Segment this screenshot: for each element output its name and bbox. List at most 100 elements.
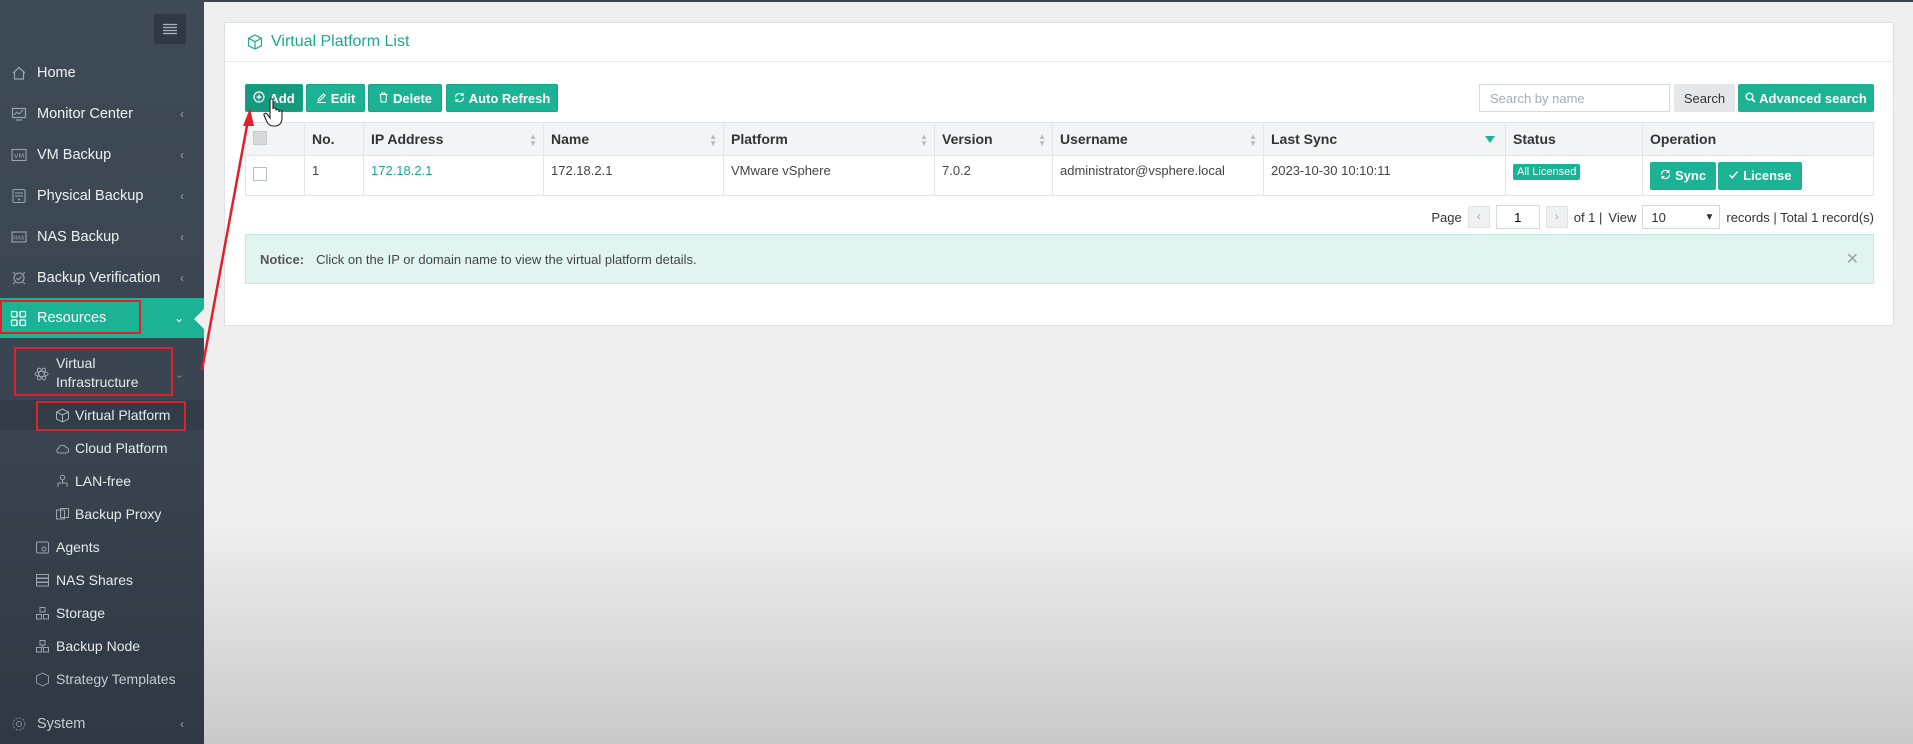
- license-button[interactable]: License: [1718, 161, 1802, 190]
- sort-icon: ▲ ▼: [1249, 132, 1257, 148]
- chevron-left-icon: ‹: [180, 107, 184, 121]
- sidebar-item-nas-backup[interactable]: NAS NAS Backup ‹: [0, 217, 204, 257]
- column-header-username[interactable]: Username ▲ ▼: [1052, 122, 1264, 156]
- status-badge: All Licensed: [1513, 164, 1581, 180]
- sidebar-item-nas-shares[interactable]: NAS Shares: [0, 565, 204, 595]
- select-all-cell: [245, 122, 305, 156]
- sidebar-item-backup-proxy[interactable]: Backup Proxy: [0, 499, 204, 529]
- prev-page-button[interactable]: ‹: [1467, 206, 1490, 228]
- column-header-ip-address[interactable]: IP Address ▲ ▼: [363, 122, 544, 156]
- chevron-left-icon: ‹: [180, 189, 184, 203]
- row-select-cell: [245, 155, 305, 196]
- cell-status: All Licensed: [1505, 155, 1643, 196]
- page-number-input[interactable]: [1495, 205, 1540, 229]
- plus-circle-icon: [253, 90, 265, 106]
- edit-button[interactable]: Edit: [306, 84, 365, 112]
- delete-button[interactable]: Delete: [368, 84, 442, 112]
- cube-icon: [247, 33, 265, 51]
- cell-name: 172.18.2.1: [543, 155, 724, 196]
- annotation-box-virtual-platform: [36, 401, 186, 431]
- refresh-icon: [454, 91, 465, 106]
- sidebar-item-label: Home: [37, 65, 76, 81]
- template-icon: [35, 671, 50, 687]
- search-button[interactable]: Search: [1674, 84, 1735, 112]
- nas-icon: NAS: [10, 229, 27, 246]
- sidebar-item-label: Physical Backup: [37, 188, 144, 204]
- menu-icon: [163, 23, 177, 35]
- virtual-platform-table: No. IP Address ▲ ▼ Name ▲ ▼ Platform ▲ ▼ Versi…: [245, 122, 1874, 196]
- sidebar-item-label: NAS Backup: [37, 229, 120, 245]
- panel-header: Virtual Platform List: [225, 23, 1893, 62]
- cell-version: 7.0.2: [934, 155, 1053, 196]
- notice-text: Click on the IP or domain name to view t…: [316, 251, 697, 267]
- sidebar-item-home[interactable]: Home: [0, 53, 204, 93]
- row-checkbox[interactable]: [253, 167, 267, 181]
- cell-ip-address: 172.18.2.1: [363, 155, 544, 196]
- edit-button-label: Edit: [330, 90, 356, 106]
- page-size-select[interactable]: 10 ▼: [1642, 205, 1721, 229]
- chevron-left-icon: ‹: [180, 230, 184, 244]
- sidebar-item-agents[interactable]: Agents: [0, 532, 204, 562]
- column-header-last-sync[interactable]: Last Sync: [1263, 122, 1506, 156]
- svg-text:NAS: NAS: [13, 236, 25, 242]
- sidebar-item-storage[interactable]: Storage: [0, 598, 204, 628]
- annotation-box-resources: [0, 300, 141, 334]
- sidebar-item-backup-node[interactable]: Backup Node: [0, 631, 204, 661]
- license-button-label: License: [1743, 168, 1792, 183]
- sidebar-item-strategy-templates[interactable]: Strategy Templates: [0, 664, 204, 694]
- sidebar-item-lan-free[interactable]: LAN-free: [0, 466, 204, 496]
- chevron-left-icon: ‹: [180, 148, 184, 162]
- column-header-label: Version: [942, 131, 993, 147]
- top-border: [0, 0, 1913, 2]
- sync-button[interactable]: Sync: [1650, 161, 1717, 190]
- pagination: Page ‹ › of 1 | View 10 ▼ records | Total…: [1431, 205, 1874, 229]
- search-icon: [1745, 91, 1756, 106]
- sidebar-item-label: Backup Node: [56, 638, 141, 654]
- add-button[interactable]: Add: [245, 84, 303, 112]
- select-all-checkbox[interactable]: [253, 130, 267, 145]
- check-icon: [1728, 168, 1739, 183]
- search-input[interactable]: [1479, 84, 1670, 112]
- column-header-name[interactable]: Name ▲ ▼: [543, 122, 724, 156]
- sidebar-toggle-button[interactable]: [154, 14, 186, 44]
- gear-icon: [10, 716, 27, 733]
- monitor-icon: [10, 106, 27, 123]
- sidebar-item-label: NAS Shares: [56, 572, 134, 588]
- annotation-box-virtual-infrastructure: [14, 347, 173, 396]
- auto-refresh-button[interactable]: Auto Refresh: [446, 84, 558, 112]
- cloud-icon: [55, 441, 70, 456]
- column-header-no[interactable]: No.: [304, 122, 364, 156]
- table-row: 1 172.18.2.1 172.18.2.1 VMware vSphere 7…: [245, 155, 1874, 196]
- ip-address-link[interactable]: 172.18.2.1: [371, 163, 432, 178]
- column-header-platform[interactable]: Platform ▲ ▼: [723, 122, 935, 156]
- page-label: Page: [1431, 209, 1462, 225]
- advanced-search-button[interactable]: Advanced search: [1738, 84, 1874, 112]
- close-icon[interactable]: ✕: [1846, 249, 1859, 269]
- delete-button-label: Delete: [392, 90, 433, 106]
- column-header-label: Platform: [731, 131, 788, 147]
- sync-button-label: Sync: [1675, 168, 1707, 183]
- sidebar-item-cloud-platform[interactable]: Cloud Platform: [0, 433, 204, 463]
- column-header-operation: Operation: [1642, 122, 1874, 156]
- next-page-button[interactable]: ›: [1545, 206, 1568, 228]
- sort-icon: ▲ ▼: [1038, 132, 1046, 148]
- column-header-version[interactable]: Version ▲ ▼: [934, 122, 1053, 156]
- sidebar-item-monitor-center[interactable]: Monitor Center ‹: [0, 94, 204, 134]
- sidebar-item-backup-verification[interactable]: Backup Verification ‹: [0, 258, 204, 298]
- trash-icon: [378, 91, 389, 106]
- table-header-row: No. IP Address ▲ ▼ Name ▲ ▼ Platform ▲ ▼ Versi…: [245, 122, 1874, 156]
- cell-username: administrator@vsphere.local: [1052, 155, 1264, 196]
- sort-icon: ▲ ▼: [920, 132, 928, 148]
- server-icon: [10, 188, 27, 205]
- share-icon: [35, 573, 50, 588]
- refresh-icon: [1660, 168, 1671, 183]
- sort-icon: ▲ ▼: [529, 132, 537, 148]
- sidebar-item-system[interactable]: System ‹: [0, 704, 204, 744]
- sidebar-item-label: Backup Verification: [37, 270, 161, 286]
- chevron-down-icon: ⌄: [173, 311, 184, 325]
- chevron-down-icon: ▼: [1704, 211, 1715, 223]
- sidebar-item-physical-backup[interactable]: Physical Backup ‹: [0, 176, 204, 216]
- sidebar-item-label: Agents: [56, 539, 100, 555]
- sidebar-item-vm-backup[interactable]: VM VM Backup ‹: [0, 135, 204, 175]
- sidebar-item-label: Cloud Platform: [75, 440, 168, 456]
